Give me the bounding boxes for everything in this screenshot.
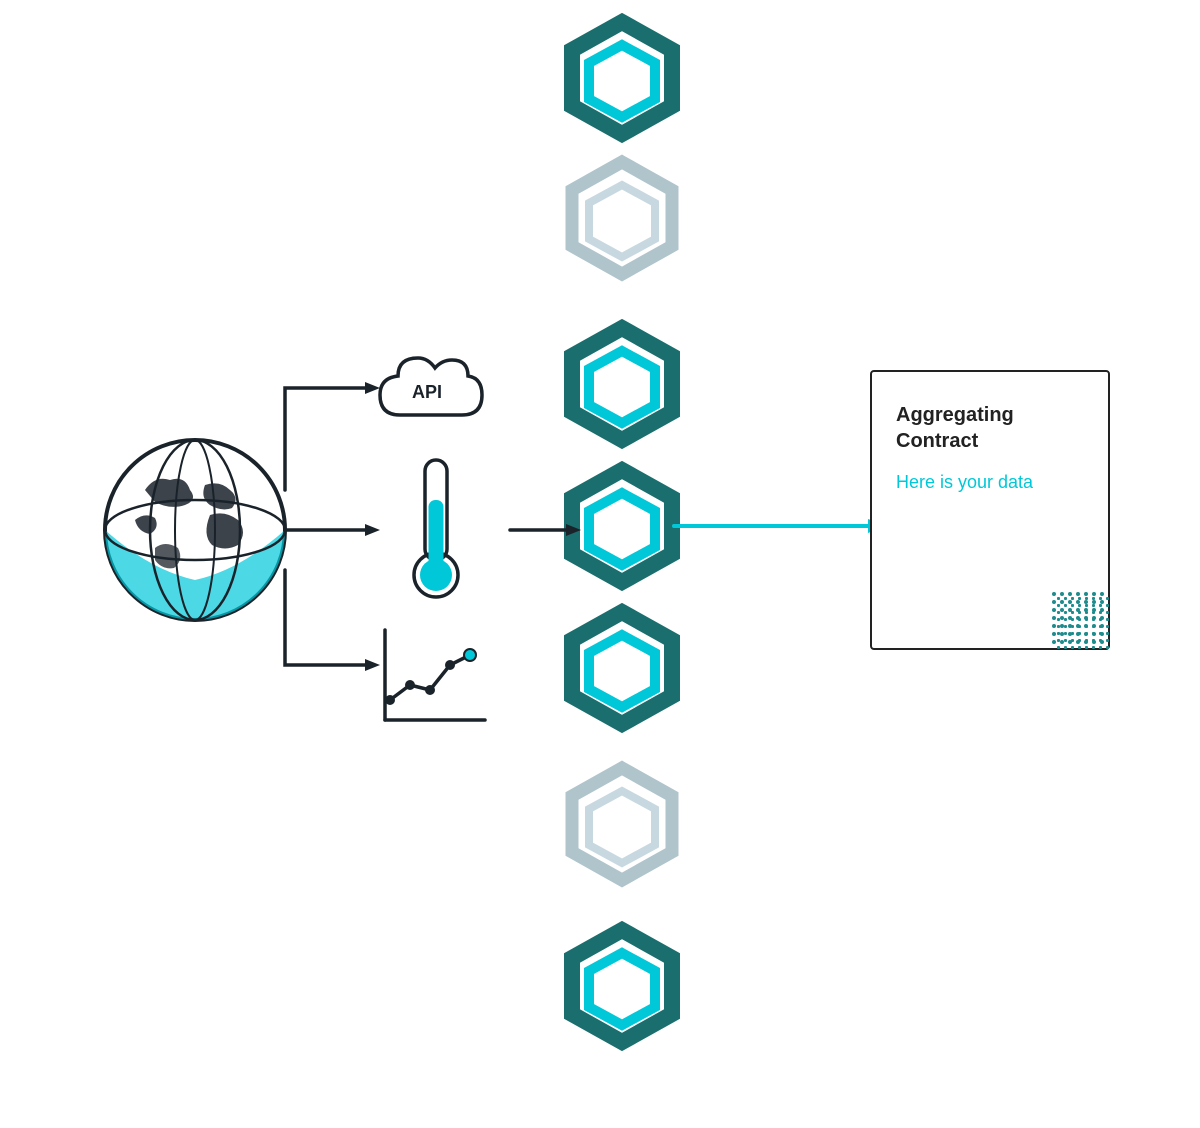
- diagram-container: API: [0, 0, 1200, 1128]
- svg-text:API: API: [412, 382, 442, 402]
- thermometer-icon: [414, 460, 458, 597]
- chart-icon: [385, 630, 485, 720]
- hexagon-3: [572, 328, 672, 440]
- contract-title: Aggregating Contract: [872, 372, 1108, 464]
- globe-icon: [105, 440, 285, 620]
- hexagon-6: [572, 768, 672, 880]
- contract-data-text: Here is your data: [872, 464, 1108, 501]
- hexagon-5: [572, 612, 672, 724]
- hexagon-1: [572, 22, 672, 134]
- hexagon-4: [572, 470, 672, 582]
- contract-card: Aggregating Contract Here is your data: [870, 370, 1110, 650]
- hexagon-2: [572, 162, 672, 274]
- hexagon-7: [572, 930, 672, 1042]
- api-cloud-icon: API: [380, 358, 482, 415]
